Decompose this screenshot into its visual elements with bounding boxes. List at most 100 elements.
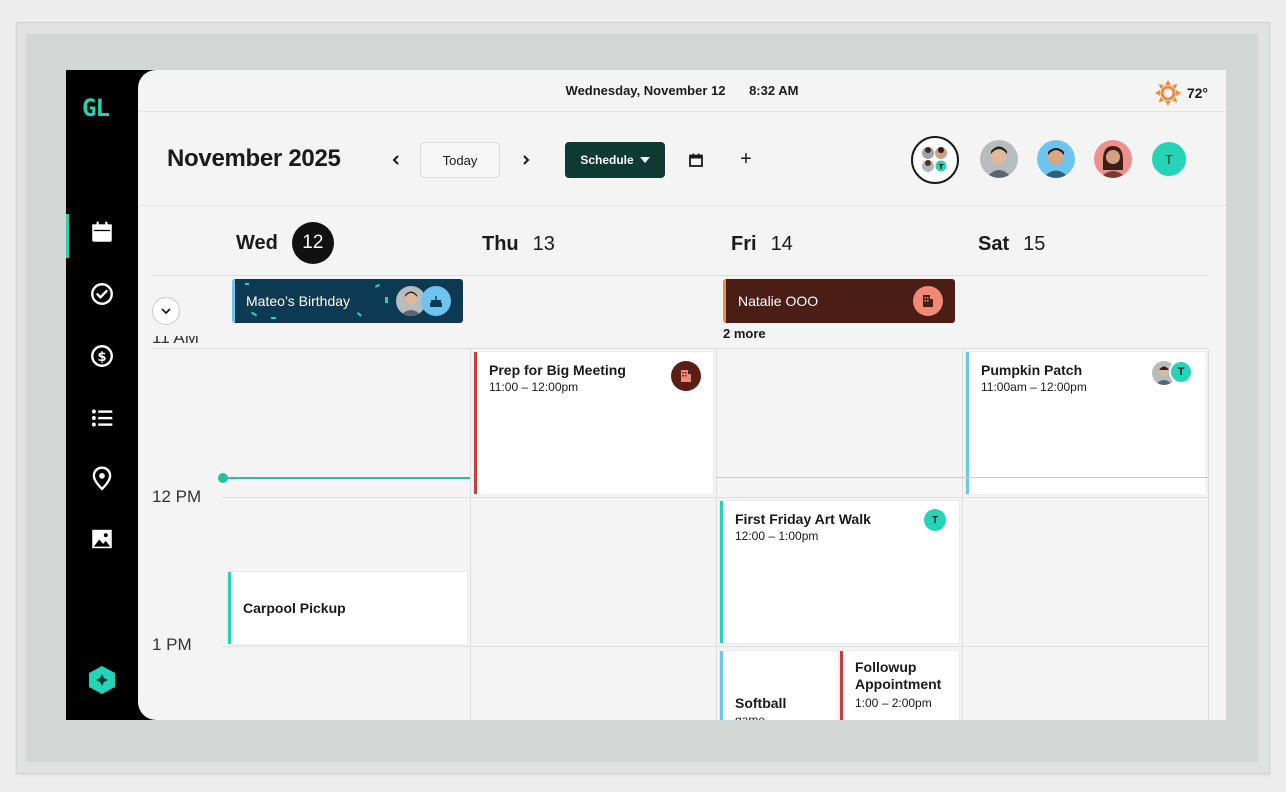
day-header-thu[interactable]: Thu 13 xyxy=(482,233,555,256)
current-time-line xyxy=(222,477,470,479)
more-allday-link[interactable]: 2 more xyxy=(723,326,766,341)
current-time-line-faint xyxy=(716,477,1208,478)
today-button[interactable]: Today xyxy=(420,142,500,178)
photo-icon xyxy=(92,529,112,549)
day-header-fri[interactable]: Fri 14 xyxy=(731,233,793,256)
event-title: Carpool Pickup xyxy=(243,600,346,616)
assistant-hexagon-icon[interactable] xyxy=(86,664,118,696)
calendar-toolbar: November 2025 Today Schedule + T T xyxy=(138,112,1226,206)
prev-button[interactable] xyxy=(384,148,408,172)
calendar-device: GL $ Wednesday, November 12 8:32 AM 72° … xyxy=(66,70,1226,720)
person-photo-icon xyxy=(1043,148,1069,178)
view-select-button[interactable]: Schedule xyxy=(565,142,665,178)
sidebar-item-tasks[interactable] xyxy=(66,272,138,316)
collapse-allday-button[interactable] xyxy=(152,297,180,325)
check-circle-icon xyxy=(91,283,113,305)
member-avatar-3[interactable] xyxy=(1094,140,1132,178)
event-followup-appointment[interactable]: Followup Appointment 1:00 – 2:00pm xyxy=(840,651,959,720)
event-time: 12:00 – 1:00pm xyxy=(735,529,819,543)
day-name: Wed xyxy=(236,231,278,254)
list-icon xyxy=(91,409,113,427)
today-date-badge: 12 xyxy=(291,222,334,264)
chevron-down-icon xyxy=(161,308,171,315)
family-avatar[interactable]: T xyxy=(911,136,959,184)
add-event-button[interactable]: + xyxy=(734,146,758,172)
calendar-screen: Wednesday, November 12 8:32 AM 72° Novem… xyxy=(138,70,1226,720)
day-number: 15 xyxy=(1023,233,1046,255)
weather-widget[interactable]: 72° xyxy=(1154,80,1208,106)
status-date: Wednesday, November 12 xyxy=(565,83,726,98)
time-label-text: 11 AM xyxy=(152,336,199,347)
person-photo-icon xyxy=(1100,146,1126,178)
member-avatar-2[interactable] xyxy=(1037,140,1075,178)
status-bar: Wednesday, November 12 8:32 AM 72° xyxy=(138,70,1226,112)
allday-divider xyxy=(152,348,1208,349)
event-first-friday-art-walk[interactable]: First Friday Art Walk 12:00 – 1:00pm T xyxy=(720,501,959,643)
schedule-grid: Wed 12 Thu 13 Fri 14 Sat 15 Mateo’s Birt… xyxy=(138,206,1226,720)
event-title: Mateo’s Birthday xyxy=(246,293,351,309)
day-name: Fri xyxy=(731,233,757,255)
time-label-12pm: 12 PM xyxy=(152,487,202,506)
event-title: Pumpkin Patch xyxy=(981,362,1083,378)
building-icon xyxy=(671,361,701,391)
event-time: 1:00 – 2:00pm xyxy=(855,696,932,710)
event-title: Prep for Big Meeting xyxy=(489,362,626,378)
member-avatar-t[interactable]: T xyxy=(1152,142,1186,176)
event-prep-big-meeting[interactable]: Prep for Big Meeting 11:00 – 12:00pm xyxy=(474,352,713,494)
event-title: First Friday Art Walk xyxy=(735,511,871,527)
day-number: 13 xyxy=(532,233,555,255)
month-title: November 2025 xyxy=(167,145,341,172)
sidebar-item-money[interactable]: $ xyxy=(66,334,138,378)
calendar-icon xyxy=(689,153,703,167)
event-subtitle: game xyxy=(735,713,766,720)
sidebar-item-lists[interactable] xyxy=(66,396,138,440)
event-carpool-pickup[interactable]: Carpool Pickup xyxy=(228,572,467,644)
day-header-sat[interactable]: Sat 15 xyxy=(978,233,1045,256)
date-picker-button[interactable] xyxy=(684,148,708,172)
app-logo: GL xyxy=(82,94,110,122)
chevron-right-icon xyxy=(523,155,530,165)
view-label: Schedule xyxy=(580,153,634,167)
time-label-1pm: 1 PM xyxy=(152,635,192,654)
svg-text:$: $ xyxy=(97,350,106,365)
column-divider xyxy=(1208,349,1209,720)
day-name: Sat xyxy=(978,233,1010,255)
event-softball[interactable]: Softball game xyxy=(720,651,838,720)
next-button[interactable] xyxy=(514,148,538,172)
event-title: Followup Appointment xyxy=(855,659,942,692)
day-header-wed[interactable]: Wed 12 xyxy=(236,222,334,264)
status-time: 8:32 AM xyxy=(749,83,799,98)
allday-event-natalie-ooo[interactable]: Natalie OOO xyxy=(723,279,955,323)
building-icon xyxy=(913,286,943,316)
calendar-icon xyxy=(92,221,112,242)
hour-line xyxy=(222,646,1208,647)
sidebar-item-places[interactable] xyxy=(66,456,138,500)
column-divider xyxy=(962,349,963,720)
sidebar-item-photos[interactable] xyxy=(66,517,138,561)
sidebar-item-calendar[interactable] xyxy=(66,210,138,258)
member-avatar-1[interactable] xyxy=(980,140,1018,178)
caret-down-icon xyxy=(639,157,650,163)
header-divider xyxy=(152,275,1208,276)
member-t-badge: T xyxy=(1169,360,1193,384)
location-pin-icon xyxy=(92,466,112,491)
status-datetime: Wednesday, November 12 8:32 AM xyxy=(138,83,1226,98)
hour-line xyxy=(222,497,1208,498)
column-divider xyxy=(470,349,471,720)
temperature: 72° xyxy=(1186,85,1208,101)
person-photo-icon xyxy=(986,146,1012,178)
member-t-badge: T xyxy=(924,509,946,531)
sidebar: GL $ xyxy=(66,70,138,720)
day-name: Thu xyxy=(482,233,519,255)
dollar-circle-icon: $ xyxy=(91,345,113,367)
chevron-left-icon xyxy=(392,155,399,165)
event-time: 11:00am – 12:00pm xyxy=(981,380,1087,394)
svg-text:T: T xyxy=(939,163,944,171)
event-time: 11:00 – 12:00pm xyxy=(489,380,579,394)
event-pumpkin-patch[interactable]: Pumpkin Patch 11:00am – 12:00pm T xyxy=(966,352,1206,494)
day-number: 14 xyxy=(770,233,793,255)
allday-event-birthday[interactable]: Mateo’s Birthday xyxy=(232,279,463,323)
event-title: Natalie OOO xyxy=(738,293,819,309)
cake-icon xyxy=(421,286,451,316)
event-title: Softball xyxy=(735,695,787,711)
